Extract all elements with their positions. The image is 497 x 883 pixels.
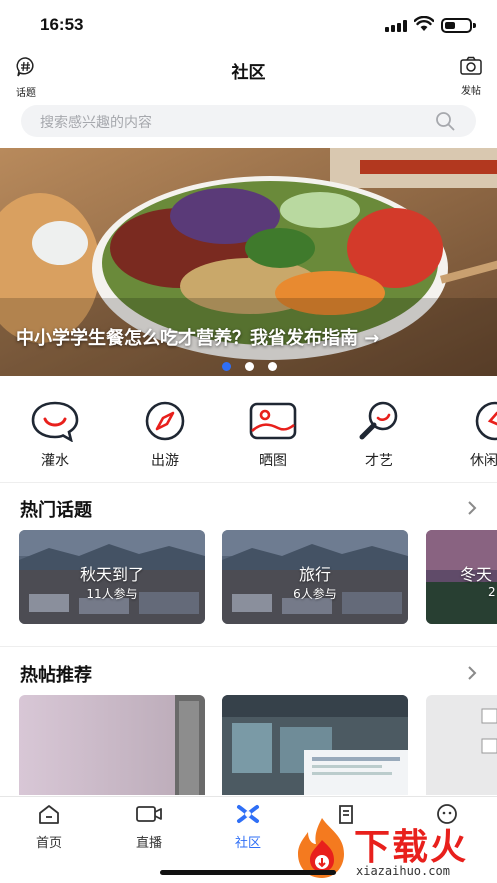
post-card[interactable] bbox=[426, 695, 497, 795]
topic-card[interactable]: 冬天 2 bbox=[426, 530, 497, 624]
category-label: 休闲 bbox=[470, 453, 497, 469]
category-label: 出游 bbox=[151, 453, 179, 469]
category-label: 晒图 bbox=[259, 453, 287, 469]
category-talent[interactable]: 才艺 bbox=[344, 400, 414, 470]
wifi-icon bbox=[414, 16, 434, 31]
chevron-right-icon[interactable] bbox=[466, 500, 478, 516]
app-header: 话题 社区 发帖 bbox=[0, 50, 497, 99]
cellular-signal-icon bbox=[385, 20, 407, 32]
carousel-dots bbox=[222, 356, 291, 375]
search-icon[interactable] bbox=[435, 111, 455, 131]
tab-label: 社区 bbox=[234, 836, 261, 851]
banner-caption[interactable]: 中小学学生餐怎么吃才营养？我省发布指南 → bbox=[16, 324, 379, 350]
community-icon bbox=[237, 805, 259, 823]
category-label: 才艺 bbox=[365, 453, 393, 469]
watermark-text: 下载火 bbox=[354, 827, 469, 868]
status-bar: 16:53 bbox=[0, 0, 497, 48]
category-chat[interactable]: 灌水 bbox=[20, 400, 90, 470]
topic-button-label: 话题 bbox=[16, 88, 36, 99]
topic-name: 旅行 bbox=[298, 565, 331, 584]
category-row: 灌水 出游 晒图 才艺 休闲 bbox=[0, 400, 497, 480]
carousel-dot[interactable] bbox=[268, 362, 277, 371]
banner-carousel[interactable]: 中小学学生餐怎么吃才营养？我省发布指南 → bbox=[0, 148, 497, 376]
watermark-url: xiazaihuo.com bbox=[356, 864, 450, 878]
camera-icon bbox=[460, 56, 482, 75]
topic-name: 秋天到了 bbox=[79, 565, 144, 584]
status-time: 16:53 bbox=[40, 15, 84, 34]
post-button-label: 发帖 bbox=[461, 86, 481, 97]
tab-home[interactable]: 首页 bbox=[9, 803, 89, 851]
post-card-image bbox=[222, 695, 408, 795]
divider bbox=[0, 646, 497, 647]
post-card[interactable] bbox=[19, 695, 205, 795]
compass-icon bbox=[145, 401, 185, 441]
category-travel[interactable]: 出游 bbox=[130, 400, 200, 470]
home-icon bbox=[39, 805, 59, 824]
chevron-right-icon[interactable] bbox=[466, 665, 478, 681]
tab-live[interactable]: 直播 bbox=[109, 803, 189, 851]
page-title: 社区 bbox=[231, 63, 266, 83]
hot-topics-title: 热门话题 bbox=[20, 500, 92, 521]
hot-posts-title: 热帖推荐 bbox=[20, 665, 92, 686]
topic-name: 冬天 bbox=[460, 565, 493, 584]
magnifier-icon bbox=[359, 401, 398, 440]
divider bbox=[0, 482, 497, 483]
carousel-dot[interactable] bbox=[245, 362, 254, 371]
leisure-icon bbox=[475, 401, 497, 441]
topic-card[interactable]: 秋天到了 11人参与 bbox=[19, 530, 205, 624]
post-button[interactable]: 发帖 bbox=[451, 56, 491, 97]
tab-community[interactable]: 社区 bbox=[208, 803, 288, 851]
topic-count: 2 bbox=[488, 585, 496, 599]
topic-count: 6人参与 bbox=[293, 587, 337, 601]
picture-icon bbox=[249, 402, 297, 440]
post-card[interactable] bbox=[222, 695, 408, 795]
tab-label: 直播 bbox=[135, 836, 162, 851]
tab-label: 首页 bbox=[35, 836, 62, 851]
chat-bubble-smile-icon bbox=[31, 401, 79, 442]
post-card-image bbox=[426, 695, 497, 795]
post-card-image bbox=[19, 695, 205, 795]
topic-count: 11人参与 bbox=[86, 587, 138, 601]
carousel-dot-active[interactable] bbox=[222, 362, 231, 371]
category-photos[interactable]: 晒图 bbox=[238, 400, 308, 470]
home-indicator[interactable] bbox=[160, 870, 336, 875]
search-placeholder: 搜索感兴趣的内容 bbox=[40, 115, 152, 131]
search-bar[interactable]: 搜索感兴趣的内容 bbox=[21, 105, 476, 137]
battery-icon bbox=[441, 18, 476, 33]
video-camera-icon bbox=[136, 806, 162, 822]
category-label: 灌水 bbox=[41, 453, 69, 469]
category-leisure[interactable]: 休闲 bbox=[452, 400, 497, 470]
topic-card[interactable]: 旅行 6人参与 bbox=[222, 530, 408, 624]
